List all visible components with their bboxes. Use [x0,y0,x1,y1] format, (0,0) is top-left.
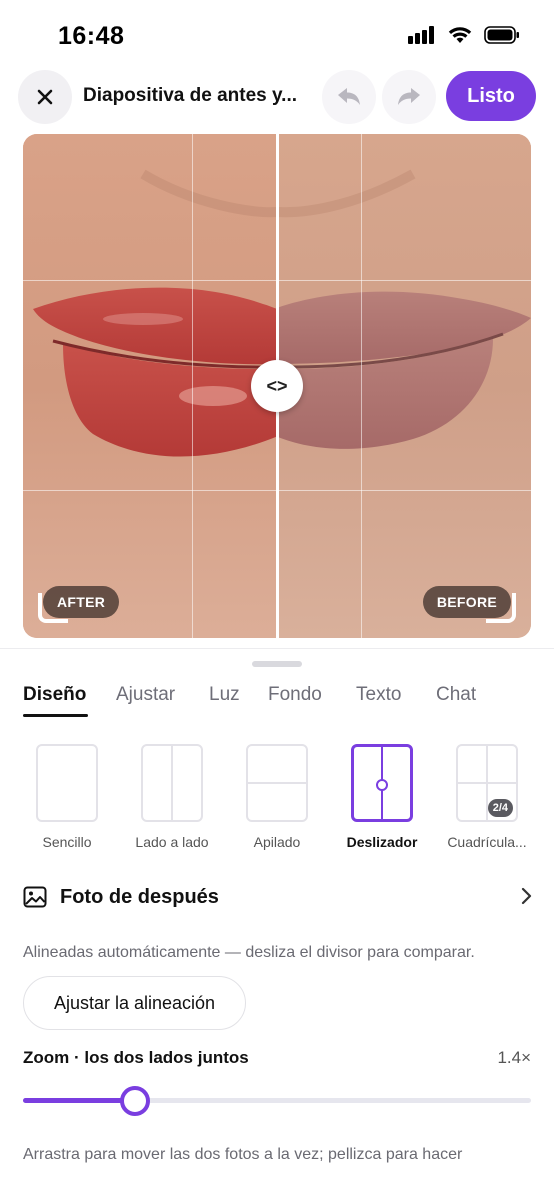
image-icon [23,886,47,908]
sheet-divider [0,648,554,649]
layout-sencillo[interactable]: Sencillo [17,744,117,850]
layout-deslizador[interactable]: Deslizador [332,744,432,850]
layout-thumbnail [351,744,413,822]
close-button[interactable] [18,70,72,124]
tab-fondo[interactable]: Fondo [268,684,322,706]
layout-thumbnail [36,744,98,822]
tab-texto[interactable]: Texto [356,684,401,706]
after-label: AFTER [43,586,120,618]
battery-icon [484,26,519,44]
after-photo-label: Foto de después [60,886,219,908]
page-title: Diapositiva de antes y... [83,85,298,106]
undo-icon [338,88,360,105]
status-bar: 16:48 [0,0,554,66]
layout-label: Cuadrícula... [447,834,527,850]
signal-icon [408,26,434,44]
zoom-label: Zoom · los dos lados juntos [23,1048,249,1067]
tab-ajustar[interactable]: Ajustar [116,684,175,706]
sheet-grabber[interactable] [252,661,302,667]
grid-line [361,134,362,638]
before-label: BEFORE [422,586,511,618]
wifi-icon [448,27,472,43]
grid-line [192,134,193,638]
layout-label: Apilado [253,834,301,850]
undo-button[interactable] [322,70,376,124]
slider-thumb[interactable] [120,1086,150,1116]
layout-count-badge: 2/4 [487,799,513,817]
status-icons [408,26,520,44]
layout-thumbnail [246,744,308,822]
chevron-right-icon [521,887,532,905]
divider-handle[interactable]: <> [251,360,303,412]
zoom-value: 1.4× [497,1048,531,1067]
tab-diseno[interactable]: Diseño [23,684,86,706]
alignment-note: Alineadas automáticamente — desliza el d… [23,944,475,961]
slider-fill [23,1098,135,1103]
layout-thumbnail [141,744,203,822]
layout-options: Sencillo Lado a lado Apilado Deslizador … [0,744,554,854]
editor-header: Diapositiva de antes y... Listo [0,68,554,126]
gesture-hint: Arrastra para mover las dos fotos a la v… [23,1146,463,1163]
done-button[interactable]: Listo [446,71,536,121]
layout-thumbnail: 2/4 [456,744,518,822]
layout-label: Lado a lado [135,834,209,850]
after-photo-row[interactable]: Foto de después [23,880,533,916]
layout-lado-a-lado[interactable]: Lado a lado [122,744,222,850]
editor-tabs: Diseño Ajustar Luz Fondo Texto Chat [23,684,533,720]
tab-chat[interactable]: Chat [436,684,476,706]
active-tab-indicator [23,714,88,717]
redo-button[interactable] [382,70,436,124]
tab-luz[interactable]: Luz [209,684,240,706]
adjust-alignment-button[interactable]: Ajustar la alineación [23,976,246,1030]
status-time: 16:48 [58,22,125,50]
comparison-photo[interactable]: <> AFTER BEFORE [23,134,531,638]
layout-apilado[interactable]: Apilado [227,744,327,850]
layout-label: Deslizador [346,834,418,850]
close-icon [37,89,53,105]
layout-label: Sencillo [42,834,92,850]
redo-icon [398,88,420,105]
zoom-slider[interactable] [23,1086,531,1116]
layout-cuadricula[interactable]: 2/4 Cuadrícula... [437,744,537,850]
